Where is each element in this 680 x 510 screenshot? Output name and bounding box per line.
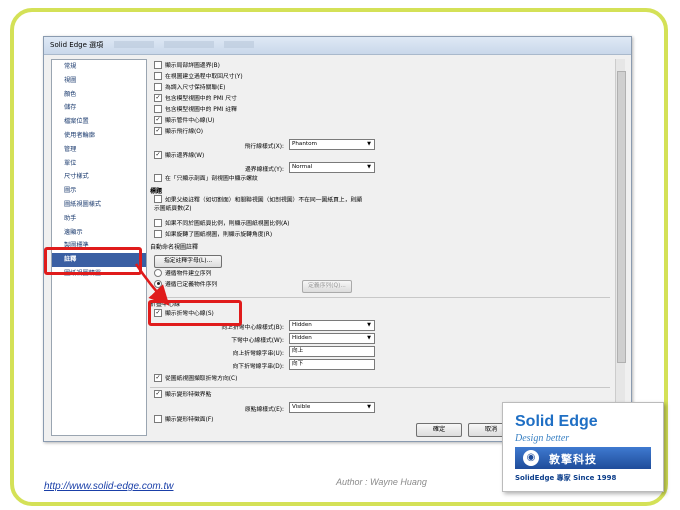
logo-company-bar: ◉ 敦擎科技 <box>515 447 651 469</box>
logo-since: SolidEdge 專家 Since 1998 <box>515 474 617 482</box>
website-link[interactable]: http://www.solid-edge.com.tw <box>44 481 174 492</box>
author-credit: Author : Wayne Huang <box>336 477 427 487</box>
arrow-path <box>134 263 170 306</box>
globe-icon: ◉ <box>523 450 539 466</box>
logo-brand: Solid Edge <box>515 413 598 430</box>
solid-edge-logo: Solid Edge Design better ◉ 敦擎科技 SolidEdg… <box>502 402 664 492</box>
logo-tagline: Design better <box>515 433 570 444</box>
logo-company: 敦擎科技 <box>549 453 597 466</box>
